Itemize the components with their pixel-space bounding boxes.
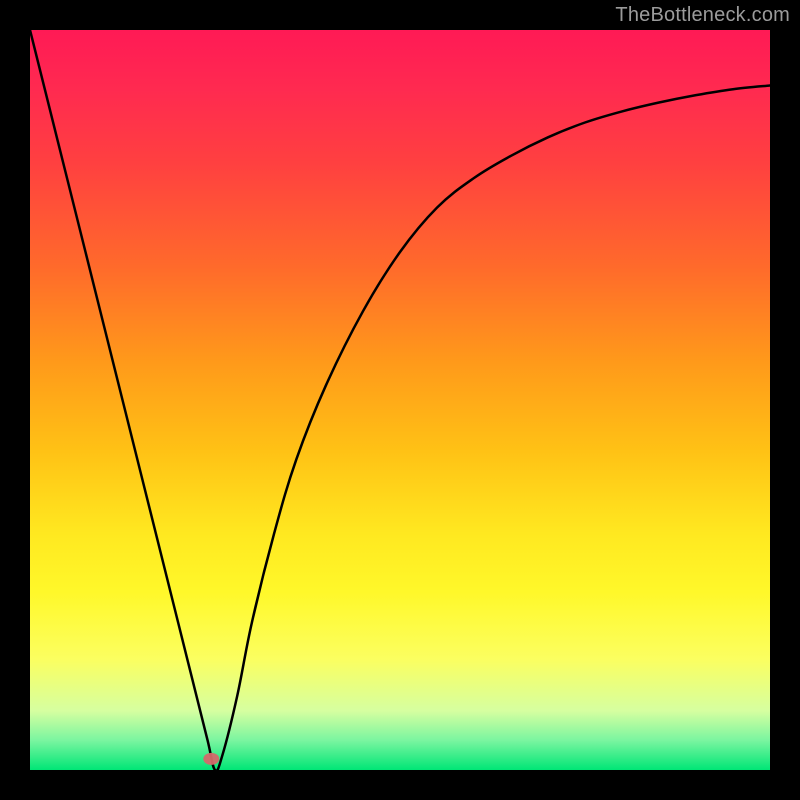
chart-plot-area bbox=[30, 30, 770, 770]
sweet-spot-marker bbox=[203, 753, 219, 765]
bottleneck-curve bbox=[30, 30, 770, 770]
watermark-label: TheBottleneck.com bbox=[615, 4, 790, 27]
chart-svg bbox=[30, 30, 770, 770]
chart-frame: TheBottleneck.com bbox=[0, 0, 800, 800]
